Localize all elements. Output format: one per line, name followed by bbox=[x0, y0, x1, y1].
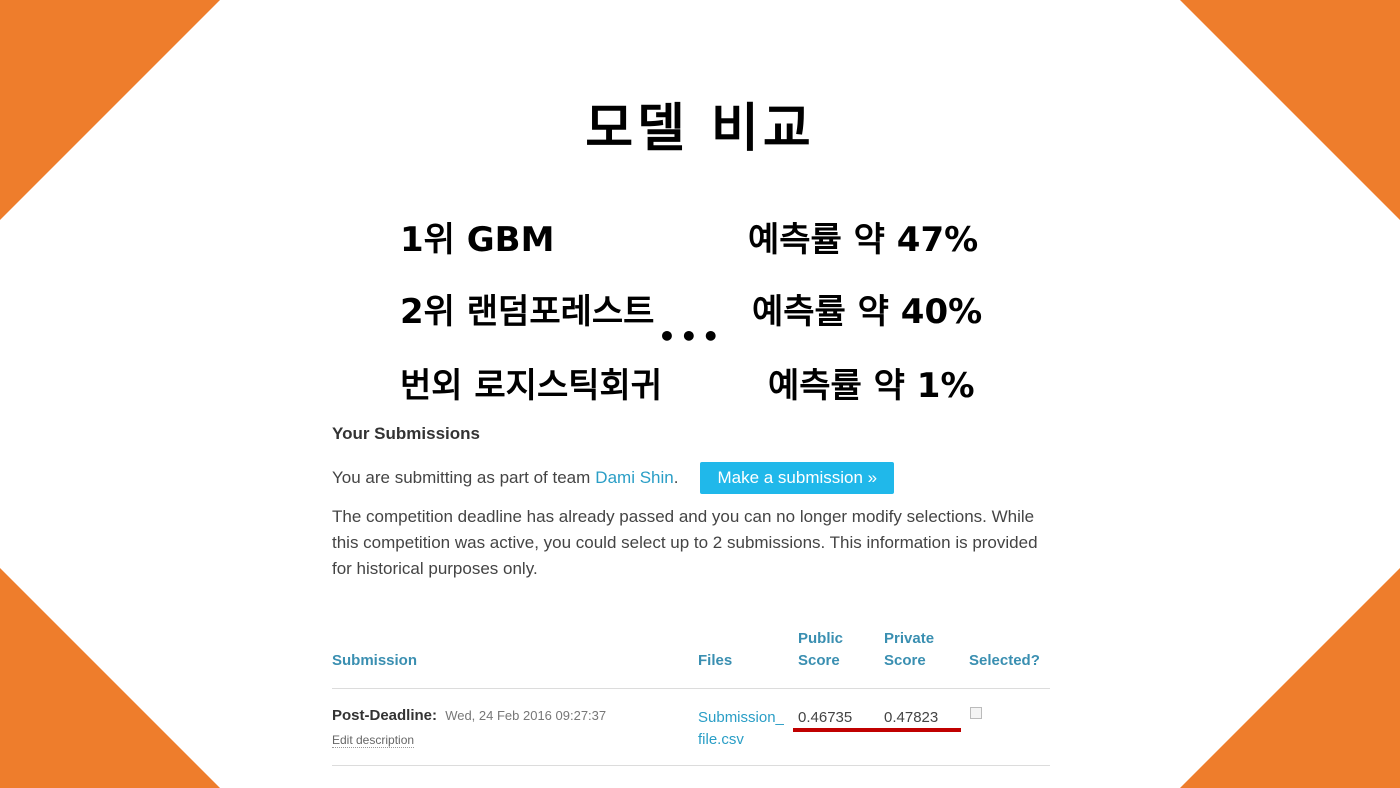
table-header: Submission Files Public Score Private Sc… bbox=[332, 628, 1050, 689]
team-suffix: . bbox=[673, 468, 679, 487]
header-private-line1: Private bbox=[884, 630, 935, 647]
submissions-panel: Your Submissions You are submitting as p… bbox=[332, 424, 1052, 582]
team-prefix: You are submitting as part of team bbox=[332, 468, 591, 487]
rank-3-rate: 예측률 약 1% bbox=[768, 366, 975, 406]
private-score: 0.47823 bbox=[884, 709, 939, 726]
score-highlight-underline bbox=[793, 728, 961, 732]
submissions-table: Submission Files Public Score Private Sc… bbox=[332, 628, 1050, 766]
header-public-line2: Score bbox=[798, 652, 840, 669]
header-public-score[interactable]: Public Score bbox=[798, 628, 843, 672]
slide-title: 모델 비교 bbox=[585, 99, 815, 159]
rank-1-name: 1위 GBM bbox=[400, 220, 555, 260]
header-submission[interactable]: Submission bbox=[332, 650, 417, 672]
header-files[interactable]: Files bbox=[698, 650, 732, 672]
rank-2-rate: 예측률 약 40% bbox=[752, 292, 983, 332]
submission-date: Wed, 24 Feb 2016 09:27:37 bbox=[445, 708, 607, 723]
deadline-notice: The competition deadline has already pas… bbox=[332, 507, 1038, 578]
submission-file-link[interactable]: Submission_file.csv bbox=[698, 707, 788, 751]
make-submission-button[interactable]: Make a submission » bbox=[700, 462, 895, 494]
public-score: 0.46735 bbox=[798, 709, 853, 726]
selected-checkbox[interactable] bbox=[970, 707, 982, 719]
submission-label: Post-Deadline: bbox=[332, 707, 438, 724]
team-name-link[interactable]: Dami Shin bbox=[595, 468, 673, 488]
corner-decoration-bottom-right bbox=[1180, 568, 1400, 788]
rank-2-name: 2위 랜덤포레스트 bbox=[400, 292, 655, 332]
edit-description-link[interactable]: Edit description bbox=[332, 733, 415, 748]
header-public-line1: Public bbox=[798, 630, 844, 647]
header-private-line2: Score bbox=[884, 652, 926, 669]
team-line: You are submitting as part of team Dami … bbox=[332, 462, 1052, 494]
rank-3-name: 번외 로지스틱회귀 bbox=[400, 366, 663, 406]
corner-decoration-bottom-left bbox=[0, 568, 220, 788]
ellipsis: ••• bbox=[658, 320, 724, 353]
submission-title: Post-Deadline: Wed, 24 Feb 2016 09:27:37 bbox=[332, 707, 606, 724]
header-selected[interactable]: Selected? bbox=[969, 650, 1040, 672]
rank-1-rate: 예측률 약 47% bbox=[748, 220, 979, 260]
section-title: Your Submissions bbox=[332, 424, 480, 443]
header-private-score[interactable]: Private Score bbox=[884, 628, 934, 672]
